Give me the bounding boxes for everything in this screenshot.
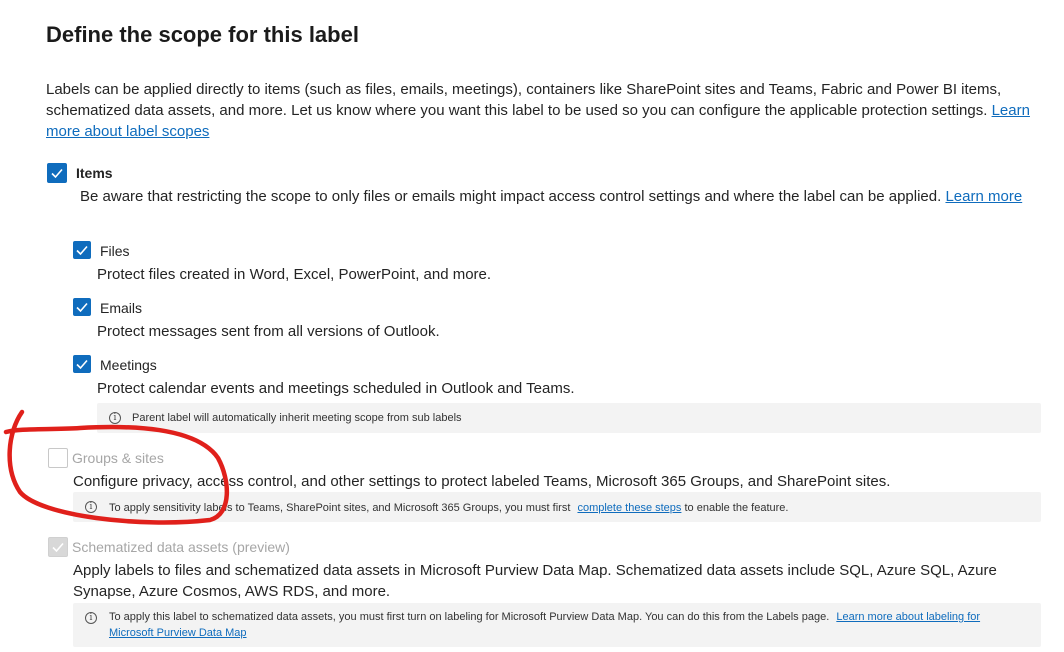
groups-info-banner: i To apply sensitivity labels to Teams, … (73, 492, 1041, 522)
intro-paragraph: Labels can be applied directly to items … (46, 79, 1046, 142)
items-desc-text: Be aware that restricting the scope to o… (80, 188, 942, 205)
check-icon (51, 168, 63, 179)
meetings-label: Meetings (100, 357, 157, 373)
meeting-info-text: Parent label will automatically inherit … (132, 412, 462, 424)
meetings-description: Protect calendar events and meetings sch… (97, 380, 575, 397)
groups-info-after: to enable the feature. (684, 502, 789, 514)
files-label: Files (100, 243, 130, 259)
schematized-info-banner: i To apply this label to schematized dat… (73, 603, 1041, 647)
schematized-checkbox[interactable] (48, 537, 68, 557)
files-checkbox[interactable] (73, 241, 91, 259)
items-learn-more-link[interactable]: Learn more (945, 188, 1022, 205)
items-description: Be aware that restricting the scope to o… (80, 186, 1045, 207)
emails-checkbox[interactable] (73, 298, 91, 316)
meetings-checkbox[interactable] (73, 355, 91, 373)
items-checkbox[interactable] (47, 163, 67, 183)
schematized-description: Apply labels to files and schematized da… (73, 562, 997, 600)
files-description: Protect files created in Word, Excel, Po… (97, 266, 492, 283)
check-icon (76, 245, 88, 256)
check-icon (76, 302, 88, 313)
complete-these-steps-link[interactable]: complete these steps (577, 502, 681, 514)
check-icon (76, 359, 88, 370)
info-icon: i (109, 412, 121, 424)
schematized-info-line: To apply this label to schematized data … (109, 609, 1009, 641)
schematized-info-text: To apply this label to schematized data … (109, 611, 830, 623)
groups-info-text: To apply sensitivity labels to Teams, Sh… (109, 502, 571, 514)
items-label: Items (76, 165, 113, 181)
intro-text: Labels can be applied directly to items … (46, 81, 1002, 119)
meeting-info-banner: i Parent label will automatically inheri… (97, 403, 1041, 433)
groups-sites-description: Configure privacy, access control, and o… (73, 473, 891, 490)
info-icon: i (85, 612, 97, 624)
groups-info-line: To apply sensitivity labels to Teams, Sh… (109, 500, 788, 516)
emails-label: Emails (100, 300, 143, 316)
page-title: Define the scope for this label (46, 22, 359, 47)
schematized-label: Schematized data assets (preview) (72, 539, 290, 555)
check-icon (52, 542, 64, 553)
emails-description: Protect messages sent from all versions … (97, 323, 440, 340)
groups-sites-checkbox[interactable] (48, 448, 68, 468)
groups-sites-label: Groups & sites (72, 450, 164, 466)
info-icon: i (85, 501, 97, 513)
